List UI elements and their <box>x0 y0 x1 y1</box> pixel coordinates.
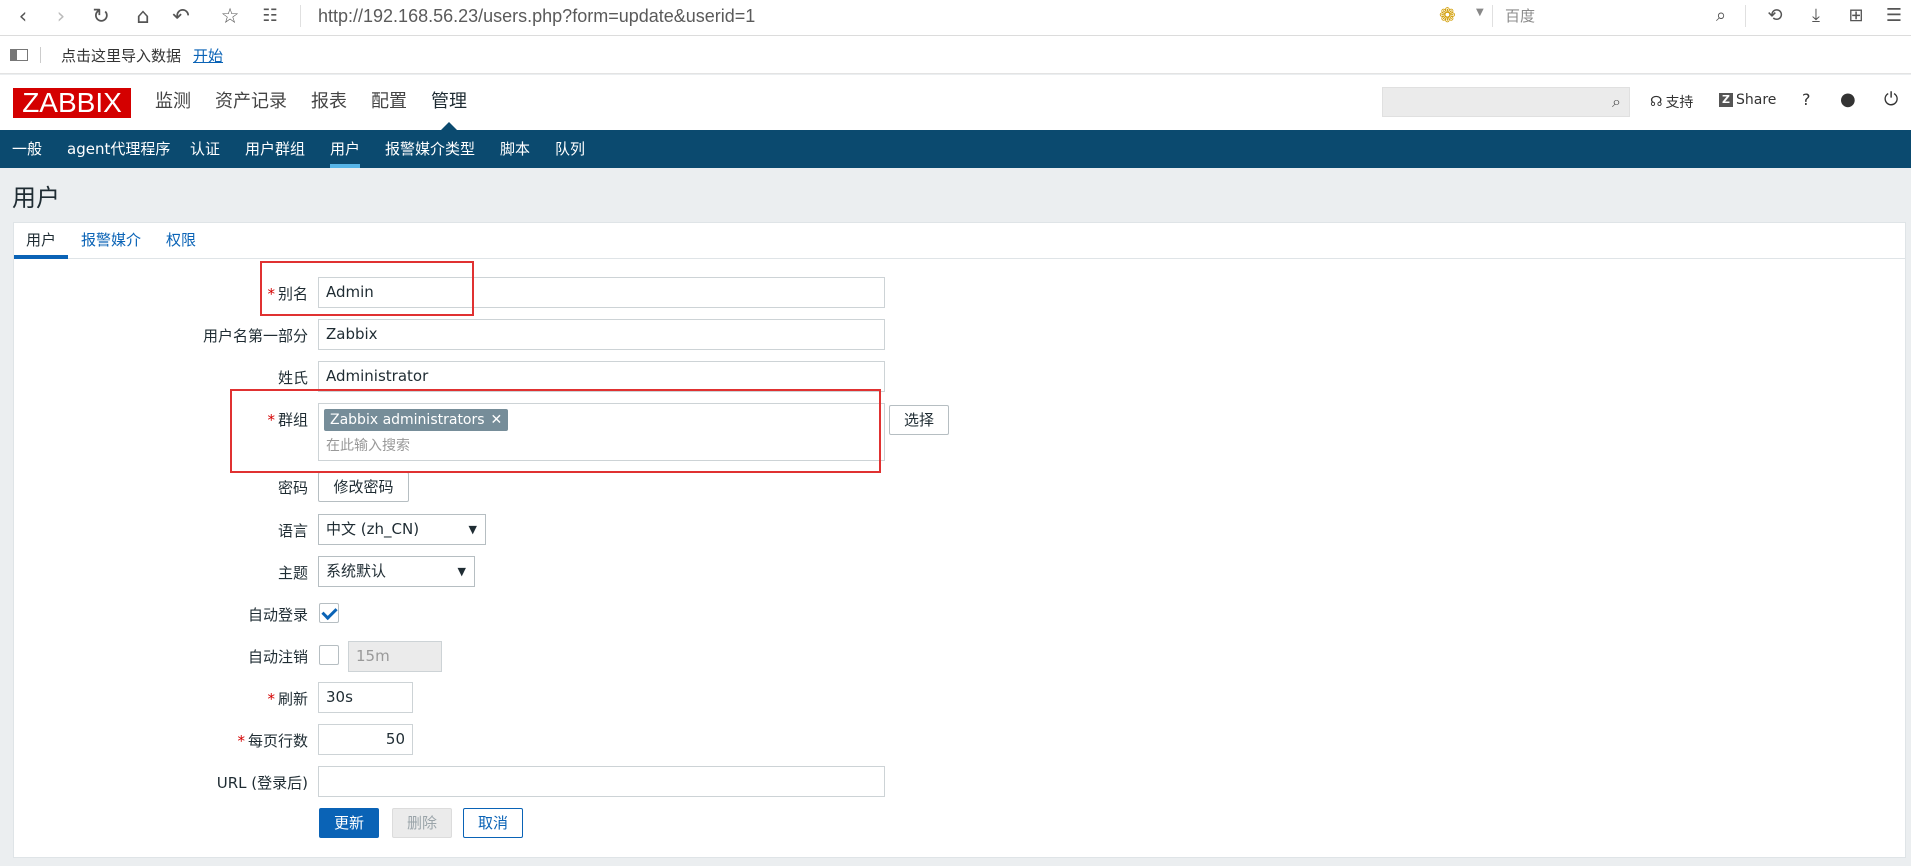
language-value: 中文 (zh_CN) <box>326 520 420 538</box>
search-icon[interactable]: ⌕ <box>1705 0 1737 31</box>
surname-label: 姓氏 <box>277 369 308 387</box>
help-icon[interactable]: ? <box>1802 90 1811 109</box>
support-label: 支持 <box>1665 95 1694 111</box>
autologout-checkbox[interactable] <box>319 645 339 665</box>
language-label: 语言 <box>277 522 308 540</box>
name-input[interactable]: Zabbix <box>318 319 885 350</box>
back-icon[interactable]: ‹ <box>8 0 38 31</box>
dropdown-arrow-icon: ▼ <box>457 565 466 578</box>
zabbix-logo[interactable]: ZABBIX <box>13 88 131 118</box>
dropdown-arrow-icon: ▼ <box>468 523 477 536</box>
submenu-user-groups[interactable]: 用户群组 <box>245 130 305 168</box>
sub-menu: 一般 agent代理程序 认证 用户群组 用户 报警媒介类型 脚本 队列 <box>0 130 1911 168</box>
headset-icon: ☊ <box>1650 94 1663 110</box>
tab-permissions[interactable]: 权限 <box>166 223 196 259</box>
rows-per-page-label: * 每页行数 <box>237 732 308 750</box>
delete-button[interactable]: 删除 <box>392 808 452 838</box>
browser-search-input[interactable]: 百度 <box>1505 4 1535 28</box>
groups-label: * 群组 <box>267 411 308 429</box>
url-label: URL (登录后) <box>216 774 308 792</box>
star-icon[interactable]: ☆ <box>215 0 245 31</box>
support-link[interactable]: ☊ 支持 <box>1650 92 1693 112</box>
forward-icon[interactable]: › <box>46 0 76 31</box>
import-bookmarks-text: 点击这里导入数据 <box>61 47 182 65</box>
groups-search-input[interactable]: 在此输入搜索 <box>326 435 410 455</box>
share-link[interactable]: Z Share <box>1719 92 1776 108</box>
toolbar-divider <box>300 5 301 27</box>
autologin-label: 自动登录 <box>247 606 308 624</box>
menu-monitoring[interactable]: 监测 <box>155 85 191 119</box>
language-select[interactable]: 中文 (zh_CN) ▼ <box>318 514 486 545</box>
group-chip: Zabbix administrators ✕ <box>324 409 509 431</box>
theme-value: 系统默认 <box>326 562 387 580</box>
change-password-button[interactable]: 修改密码 <box>318 472 409 502</box>
share-z-icon: Z <box>1719 93 1733 107</box>
user-profile-icon[interactable]: ● <box>1840 89 1856 110</box>
update-button[interactable]: 更新 <box>319 808 379 838</box>
bee-icon[interactable]: ❁ <box>1439 3 1456 27</box>
bookmarks-bar: 点击这里导入数据 开始 <box>0 36 1911 74</box>
browser-toolbar: ‹ › ↻ ⌂ ↶ ☆ ☷ http://192.168.56.23/users… <box>0 0 1911 36</box>
alias-label: * 别名 <box>267 285 308 303</box>
download-icon[interactable]: ⤓ <box>1800 0 1832 31</box>
refresh-label: * 刷新 <box>267 690 308 708</box>
home-icon[interactable]: ⌂ <box>128 0 158 31</box>
remove-chip-icon[interactable]: ✕ <box>491 412 503 428</box>
submenu-media-types[interactable]: 报警媒介类型 <box>385 130 475 168</box>
tab-user[interactable]: 用户 <box>14 223 68 259</box>
menu-administration[interactable]: 管理 <box>431 85 467 131</box>
reader-icon[interactable]: ☷ <box>255 0 285 31</box>
cancel-button[interactable]: 取消 <box>463 808 523 838</box>
menu-reports[interactable]: 报表 <box>311 85 347 119</box>
autologout-label: 自动注销 <box>247 648 308 666</box>
history-icon[interactable]: ⟲ <box>1759 0 1791 31</box>
apps-icon[interactable]: ⊞ <box>1840 0 1872 31</box>
menu-icon[interactable]: ☰ <box>1878 0 1910 31</box>
submenu-proxies[interactable]: agent代理程序 <box>67 130 170 168</box>
refresh-input[interactable]: 30s <box>318 682 413 713</box>
password-label: 密码 <box>277 479 308 497</box>
main-menu: 监测 资产记录 报表 配置 管理 <box>155 85 491 131</box>
bookmarks-divider <box>40 47 41 63</box>
app-header: ZABBIX 监测 资产记录 报表 配置 管理 ⌕ ☊ 支持 Z Share ?… <box>0 75 1911 131</box>
share-label: Share <box>1736 92 1777 108</box>
logout-icon[interactable]: ⏻ <box>1884 89 1898 110</box>
submenu-general[interactable]: 一般 <box>12 130 42 168</box>
reload-icon[interactable]: ↻ <box>86 0 116 31</box>
alias-input[interactable]: Admin <box>318 277 885 308</box>
group-chip-label: Zabbix administrators <box>330 412 485 428</box>
tab-media[interactable]: 报警媒介 <box>81 223 141 259</box>
menu-configuration[interactable]: 配置 <box>371 85 407 119</box>
toolbar-divider <box>1492 5 1493 27</box>
global-search-input[interactable]: ⌕ <box>1382 87 1630 117</box>
groups-multiselect[interactable]: Zabbix administrators ✕ 在此输入搜索 <box>318 403 885 461</box>
chevron-down-icon[interactable]: ▼ <box>1476 7 1484 18</box>
name-label: 用户名第一部分 <box>202 327 308 345</box>
submenu-users[interactable]: 用户 <box>330 130 361 168</box>
menu-inventory[interactable]: 资产记录 <box>215 85 287 119</box>
url-input[interactable] <box>318 766 885 797</box>
page-title: 用户 <box>12 184 60 212</box>
theme-select[interactable]: 系统默认 ▼ <box>318 556 475 587</box>
autologin-checkbox[interactable] <box>319 603 339 623</box>
rows-per-page-input[interactable]: 50 <box>318 724 413 755</box>
submenu-scripts[interactable]: 脚本 <box>500 130 530 168</box>
submenu-authentication[interactable]: 认证 <box>190 130 220 168</box>
autologout-input[interactable]: 15m <box>348 641 442 672</box>
theme-label: 主题 <box>277 564 308 582</box>
toolbar-divider <box>1745 5 1746 27</box>
sidebar-icon[interactable] <box>10 49 28 61</box>
search-icon[interactable]: ⌕ <box>1612 92 1621 112</box>
undo-icon[interactable]: ↶ <box>166 0 196 31</box>
select-groups-button[interactable]: 选择 <box>889 405 949 435</box>
import-start-link[interactable]: 开始 <box>193 45 223 66</box>
address-bar[interactable]: http://192.168.56.23/users.php?form=upda… <box>318 4 755 28</box>
submenu-queue[interactable]: 队列 <box>555 130 585 168</box>
form-tabs: 用户 报警媒介 权限 <box>14 223 1905 259</box>
surname-input[interactable]: Administrator <box>318 361 885 392</box>
